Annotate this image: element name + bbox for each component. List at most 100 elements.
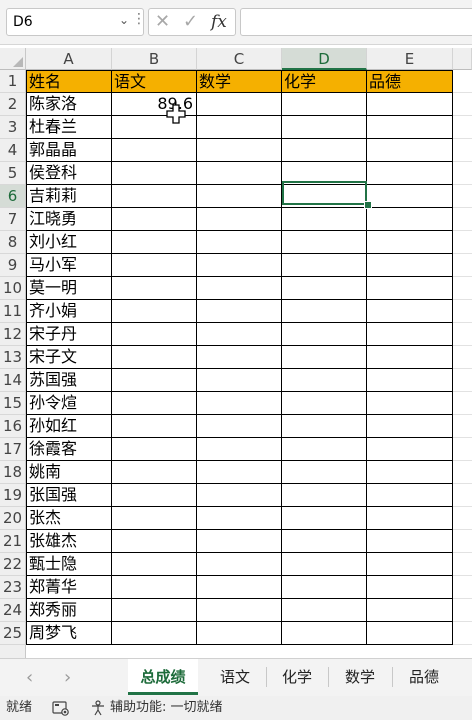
name-cell[interactable]: 孙令煊 (26, 392, 112, 415)
name-cell[interactable]: 杜春兰 (26, 116, 112, 139)
row-header[interactable]: 10 (0, 277, 26, 300)
table-cell[interactable] (112, 254, 197, 277)
table-cell[interactable] (112, 323, 197, 346)
more-options-icon[interactable]: ⋮ (132, 11, 146, 27)
row-header[interactable]: 23 (0, 576, 26, 599)
table-cell[interactable] (112, 438, 197, 461)
name-cell[interactable]: 姚南 (26, 461, 112, 484)
column-header-e[interactable]: E (367, 48, 453, 70)
name-cell[interactable]: 莫一明 (26, 277, 112, 300)
name-cell[interactable]: 张杰 (26, 507, 112, 530)
table-cell[interactable] (197, 415, 282, 438)
name-cell[interactable]: 郑菁华 (26, 576, 112, 599)
row-header[interactable]: 19 (0, 484, 26, 507)
table-cell[interactable] (282, 392, 367, 415)
table-cell[interactable] (112, 208, 197, 231)
table-cell[interactable] (367, 484, 453, 507)
table-cell[interactable] (112, 622, 197, 645)
table-cell[interactable] (282, 438, 367, 461)
name-cell[interactable]: 马小军 (26, 254, 112, 277)
table-cell[interactable] (367, 415, 453, 438)
grid-extra-cell[interactable] (453, 185, 472, 208)
table-cell[interactable] (367, 139, 453, 162)
table-cell[interactable] (197, 576, 282, 599)
table-cell[interactable] (112, 231, 197, 254)
table-cell[interactable] (112, 461, 197, 484)
table-cell[interactable] (197, 300, 282, 323)
row-header[interactable]: 7 (0, 208, 26, 231)
table-cell[interactable] (112, 484, 197, 507)
table-cell[interactable] (367, 231, 453, 254)
row-header[interactable]: 6 (0, 185, 26, 208)
tab-huaxue[interactable]: 化学 (268, 659, 326, 695)
grid-extra-cell[interactable] (453, 392, 472, 415)
chevron-down-icon[interactable]: ⌄ (119, 13, 129, 27)
table-cell[interactable] (197, 392, 282, 415)
table-cell[interactable] (112, 300, 197, 323)
accessibility-status[interactable]: 辅助功能: 一切就绪 (110, 696, 223, 720)
row-header[interactable]: 3 (0, 116, 26, 139)
grid-extra-cell[interactable] (453, 599, 472, 622)
table-cell[interactable] (112, 162, 197, 185)
name-cell[interactable]: 江晓勇 (26, 208, 112, 231)
name-cell[interactable]: 侯登科 (26, 162, 112, 185)
row-header[interactable]: 21 (0, 530, 26, 553)
table-cell[interactable] (282, 461, 367, 484)
table-cell[interactable] (367, 323, 453, 346)
table-cell[interactable] (112, 599, 197, 622)
row-header[interactable]: 12 (0, 323, 26, 346)
name-cell[interactable]: 陈家洛 (26, 93, 112, 116)
grid-extra-cell[interactable] (453, 507, 472, 530)
table-cell[interactable] (367, 162, 453, 185)
tab-yuwen[interactable]: 语文 (206, 659, 264, 695)
table-cell[interactable] (197, 139, 282, 162)
insert-function-icon[interactable]: fx (211, 12, 227, 32)
header-cell[interactable]: 化学 (282, 70, 367, 93)
column-header-d[interactable]: D (282, 48, 367, 70)
row-header[interactable]: 4 (0, 139, 26, 162)
table-cell[interactable] (367, 185, 453, 208)
table-cell[interactable] (367, 599, 453, 622)
grid-extra-cell[interactable] (453, 576, 472, 599)
name-cell[interactable]: 郭晶晶 (26, 139, 112, 162)
tab-pinde[interactable]: 品德 (394, 659, 454, 695)
table-cell[interactable] (197, 553, 282, 576)
grid-extra-cell[interactable] (453, 231, 472, 254)
macro-record-icon[interactable] (52, 700, 70, 716)
grid-extra-cell[interactable] (453, 461, 472, 484)
column-header-f[interactable] (453, 48, 472, 70)
table-cell[interactable] (367, 507, 453, 530)
row-header[interactable]: 18 (0, 461, 26, 484)
table-cell[interactable] (282, 116, 367, 139)
table-cell[interactable] (282, 599, 367, 622)
table-cell[interactable] (197, 369, 282, 392)
table-cell[interactable] (197, 438, 282, 461)
grid-extra-cell[interactable] (453, 93, 472, 116)
row-header[interactable]: 8 (0, 231, 26, 254)
header-cell[interactable]: 姓名 (26, 70, 112, 93)
enter-check-icon[interactable]: ✓ (183, 11, 198, 32)
table-cell[interactable] (197, 599, 282, 622)
name-cell[interactable]: 齐小娟 (26, 300, 112, 323)
name-cell[interactable]: 刘小红 (26, 231, 112, 254)
row-header[interactable]: 17 (0, 438, 26, 461)
table-cell[interactable] (367, 553, 453, 576)
table-cell[interactable] (197, 93, 282, 116)
table-cell[interactable] (197, 507, 282, 530)
row-header[interactable]: 5 (0, 162, 26, 185)
table-cell[interactable] (282, 254, 367, 277)
table-cell[interactable] (282, 300, 367, 323)
row-header[interactable]: 2 (0, 93, 26, 116)
grid-extra-cell[interactable] (453, 139, 472, 162)
table-cell[interactable] (112, 277, 197, 300)
table-cell[interactable] (282, 553, 367, 576)
grid-extra-cell[interactable] (453, 484, 472, 507)
row-header[interactable]: 22 (0, 553, 26, 576)
table-cell[interactable] (367, 576, 453, 599)
table-cell[interactable] (282, 139, 367, 162)
row-header[interactable]: 11 (0, 300, 26, 323)
header-cell[interactable]: 品德 (367, 70, 453, 93)
fill-handle[interactable] (364, 201, 372, 209)
table-cell[interactable] (112, 139, 197, 162)
name-cell[interactable]: 周梦飞 (26, 622, 112, 645)
